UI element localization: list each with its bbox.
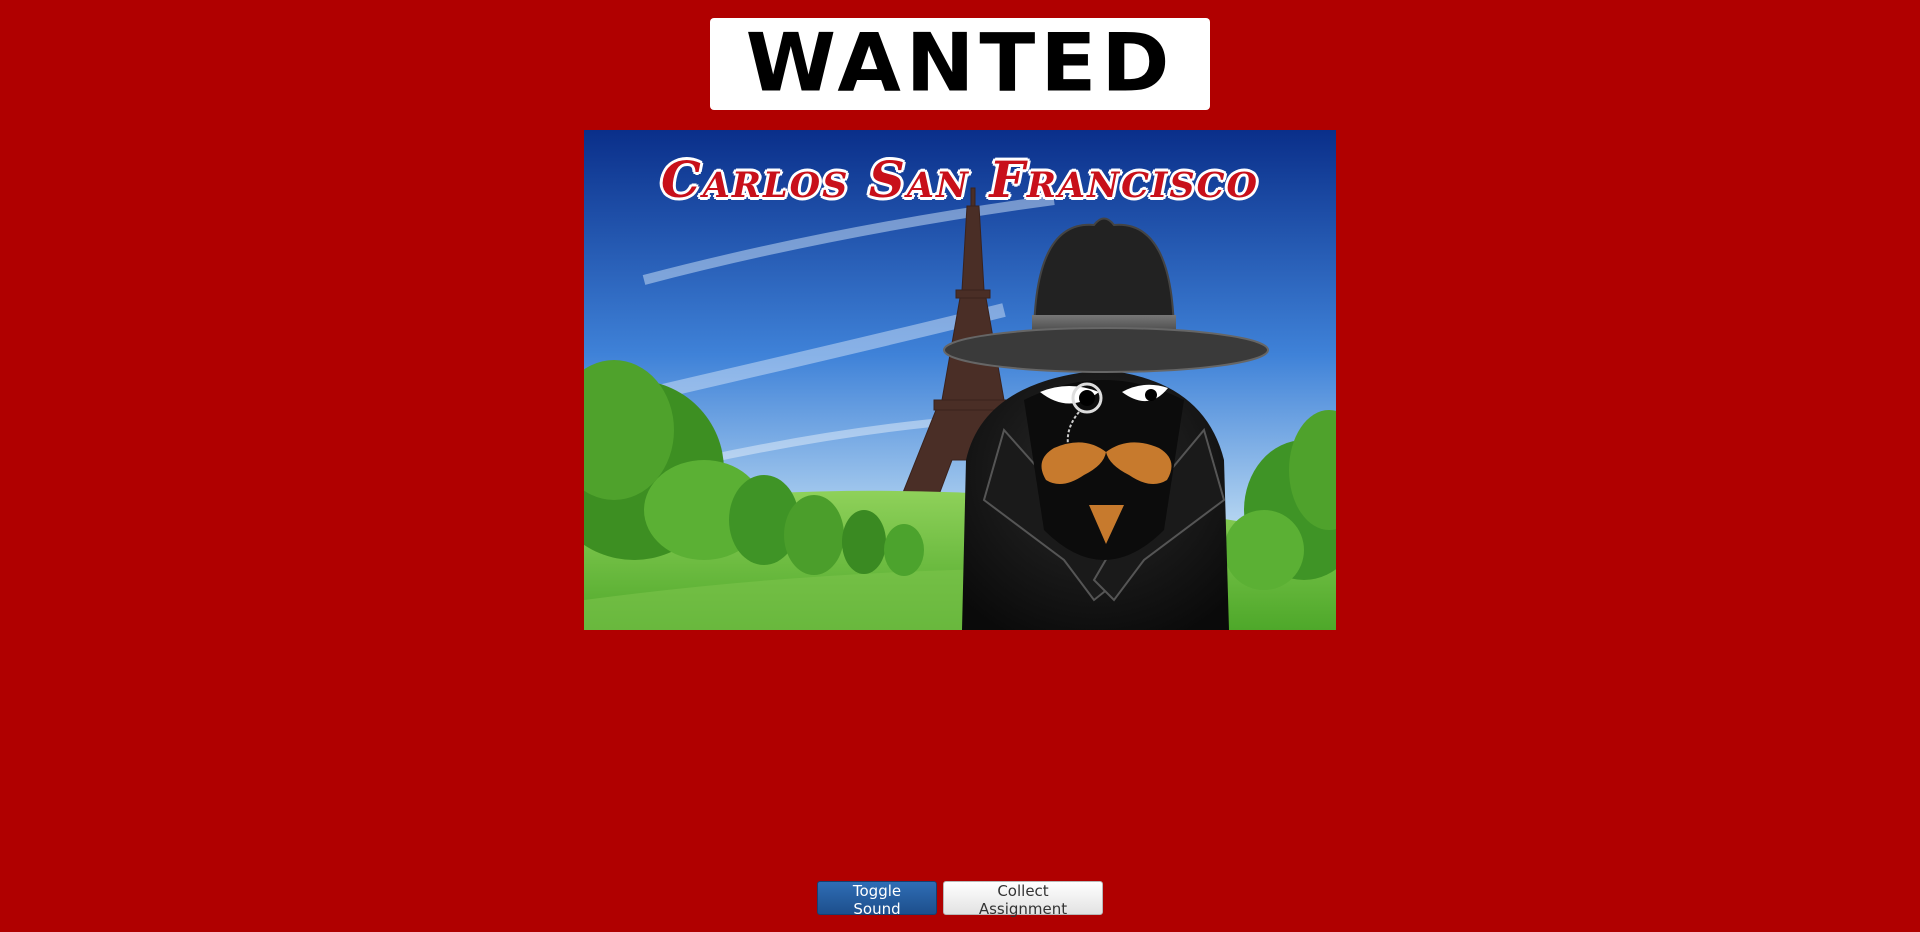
suspect-name-title: Carlos San Francisco (660, 150, 1260, 209)
collect-assignment-button[interactable]: Collect Assignment (943, 881, 1103, 918)
suspect-scene-image: Carlos San Francisco (584, 130, 1336, 630)
wanted-banner: WANTED (710, 18, 1210, 110)
controls-bar: Toggle Sound Collect Assignment (0, 881, 1920, 918)
page: WANTED Carlos San Francisco Toggle Sound… (0, 0, 1920, 932)
wanted-title: WANTED (745, 16, 1175, 111)
toggle-sound-button[interactable]: Toggle Sound (817, 881, 937, 918)
